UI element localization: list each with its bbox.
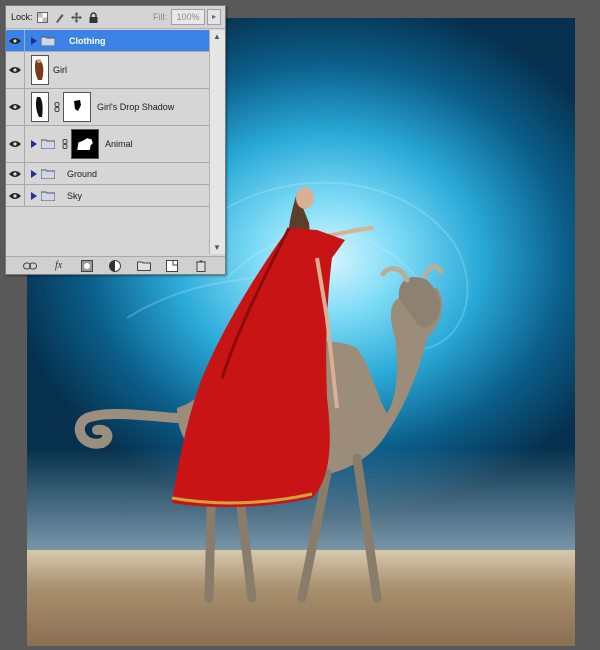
layer-mask-thumbnail[interactable]	[71, 129, 99, 159]
layers-list: Clothing Girl Girl's Drop Shadow Animal	[6, 30, 209, 254]
new-layer-icon[interactable]	[165, 259, 179, 272]
trash-icon[interactable]	[194, 260, 208, 272]
expand-triangle-icon[interactable]	[30, 191, 38, 201]
expand-triangle-icon[interactable]	[30, 36, 38, 46]
layer-row-girls-drop-shadow[interactable]: Girl's Drop Shadow	[6, 89, 209, 126]
lock-all-icon[interactable]	[88, 11, 99, 23]
visibility-eye-icon[interactable]	[6, 163, 25, 184]
folder-icon	[41, 169, 55, 179]
expand-triangle-icon[interactable]	[30, 139, 38, 149]
layer-name: Girl's Drop Shadow	[97, 102, 175, 112]
link-chain-icon[interactable]	[54, 102, 60, 112]
link-layers-icon[interactable]	[23, 260, 38, 272]
fill-input[interactable]: 100%	[171, 9, 205, 25]
layer-row-ground[interactable]: Ground	[6, 163, 209, 185]
folder-icon	[41, 36, 55, 46]
layer-thumbnail	[31, 92, 49, 122]
folder-icon	[41, 139, 55, 149]
layers-bottom-toolbar: fx	[6, 256, 225, 274]
layer-name: Clothing	[69, 35, 106, 46]
visibility-eye-icon[interactable]	[6, 52, 25, 88]
visibility-eye-icon[interactable]	[6, 185, 25, 206]
link-chain-icon[interactable]	[62, 139, 68, 149]
lock-position-icon[interactable]	[70, 11, 82, 23]
layer-row-animal[interactable]: Animal	[6, 126, 209, 163]
layers-scrollbar[interactable]: ▲ ▼	[209, 30, 225, 254]
scroll-up-arrow-icon[interactable]: ▲	[213, 32, 221, 41]
lock-transparent-pixels-icon[interactable]	[36, 11, 48, 23]
visibility-eye-icon[interactable]	[6, 126, 25, 162]
folder-icon	[41, 191, 55, 201]
add-mask-icon[interactable]	[80, 259, 94, 272]
fx-icon[interactable]: fx	[52, 260, 66, 272]
layers-panel: Lock: Fill: 100% ▸ Clothing Girl Girl's	[5, 5, 226, 275]
layer-name: Girl	[53, 65, 67, 75]
lock-label: Lock:	[11, 12, 33, 22]
expand-triangle-icon[interactable]	[30, 169, 38, 179]
layer-row-girl[interactable]: Girl	[6, 52, 209, 89]
adjustment-layer-icon[interactable]	[108, 259, 122, 272]
layer-mask-thumbnail[interactable]	[63, 92, 91, 122]
layer-row-sky[interactable]: Sky	[6, 185, 209, 207]
layer-name: Ground	[67, 168, 98, 179]
layer-row-clothing[interactable]: Clothing	[6, 30, 209, 52]
new-group-icon[interactable]	[136, 260, 151, 272]
scroll-down-arrow-icon[interactable]: ▼	[213, 243, 221, 252]
visibility-eye-icon[interactable]	[6, 30, 25, 51]
lock-bar: Lock: Fill: 100% ▸	[6, 6, 225, 29]
fill-slider-button[interactable]: ▸	[207, 9, 221, 25]
layer-name: Animal	[105, 139, 133, 149]
visibility-eye-icon[interactable]	[6, 89, 25, 125]
lock-image-pixels-icon[interactable]	[54, 12, 65, 23]
layer-thumbnail	[31, 55, 49, 85]
layer-name: Sky	[67, 190, 83, 201]
fill-label: Fill:	[153, 12, 167, 22]
